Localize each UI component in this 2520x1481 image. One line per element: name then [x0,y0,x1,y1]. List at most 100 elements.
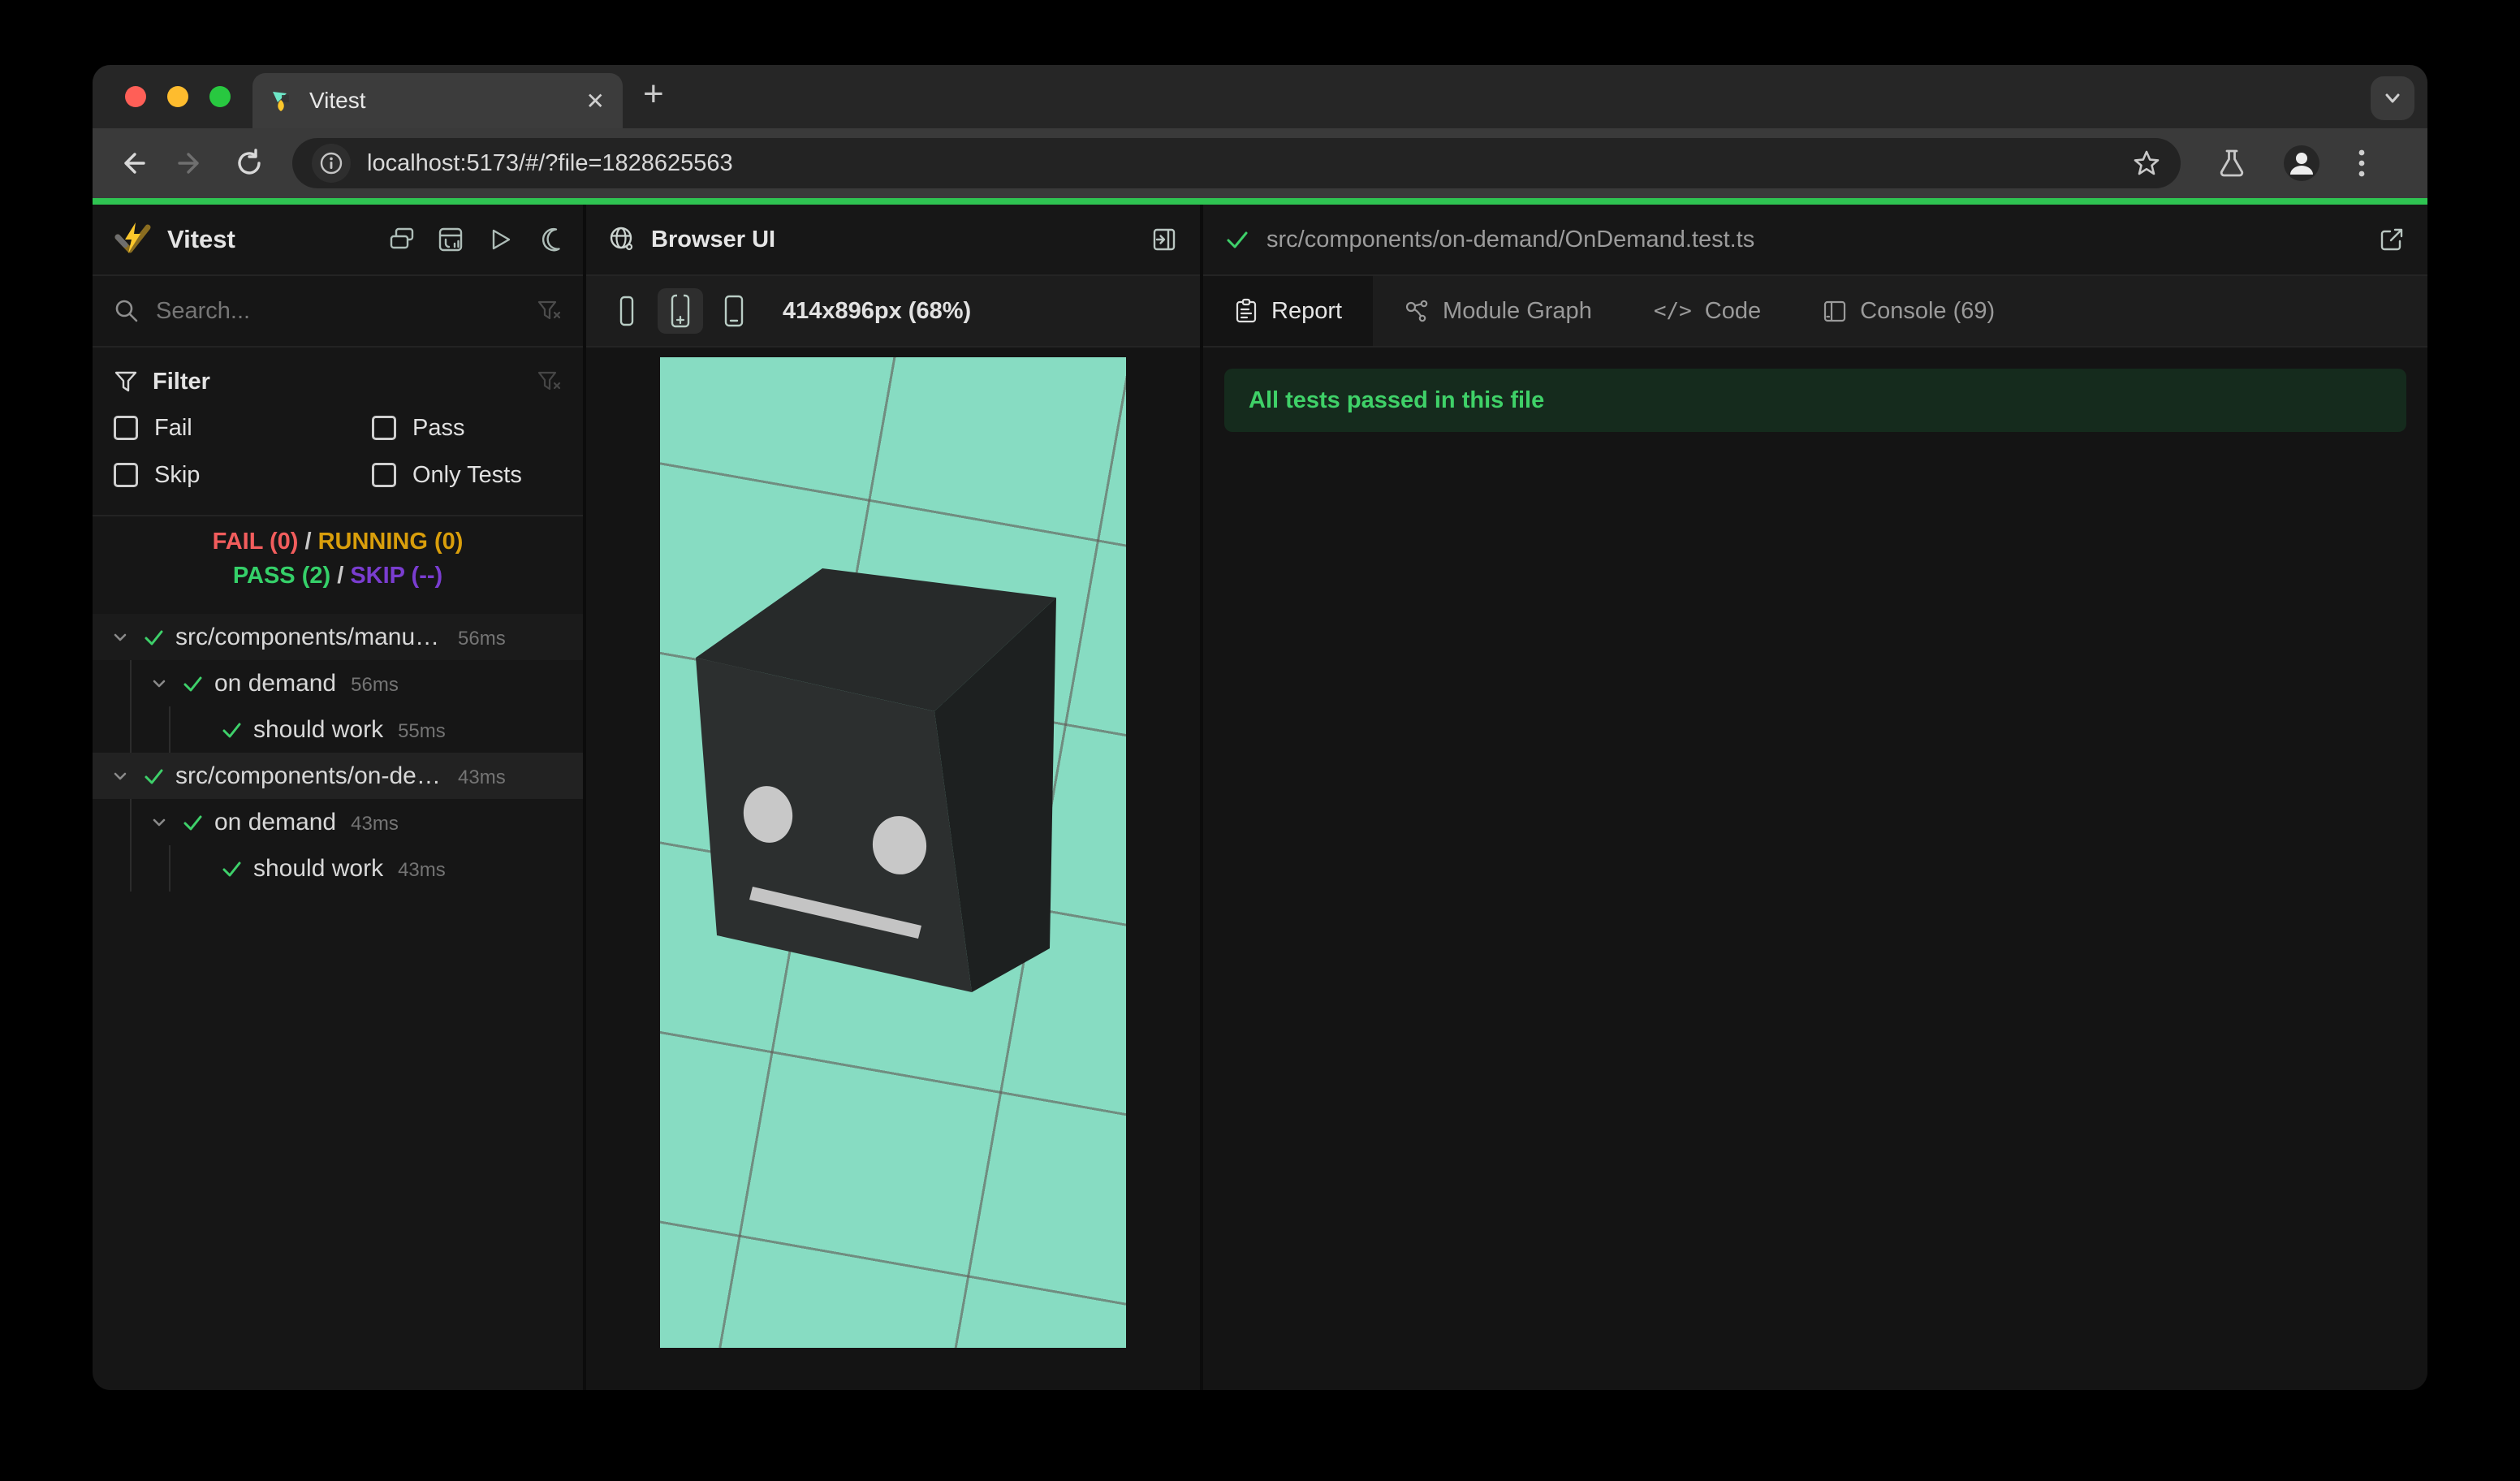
checkbox[interactable] [372,416,396,440]
close-window-button[interactable] [125,86,146,107]
profile-avatar[interactable] [2283,145,2320,182]
test-name: on demand [214,808,337,835]
tree-row-test[interactable]: should work 55ms [93,706,583,753]
funnel-icon [114,369,138,394]
test-tree: src/components/manual/… 56ms on demand 56ms… [93,602,583,1390]
report-tabs: Report Module Graph </> Code Console (69… [1203,276,2427,348]
test-duration: 43ms [458,766,506,788]
menu-kebab-icon[interactable] [2356,147,2367,179]
dashboard-icon[interactable] [437,226,464,253]
new-tab-button[interactable]: + [643,76,664,112]
site-info-icon[interactable] [312,144,351,183]
filter-checkbox-skip[interactable]: Skip [114,451,372,499]
test-duration: 43ms [398,858,446,881]
preview-area [586,348,1200,1390]
sidebar-header: Vitest [93,205,583,276]
search-input[interactable]: Search... [156,298,536,325]
console-icon [1824,300,1846,322]
filter-title: Filter [153,368,210,395]
chevron-down-icon[interactable] [148,811,170,834]
browser-tab[interactable]: Vitest ✕ [252,73,623,128]
open-external-icon[interactable] [2377,225,2406,254]
test-duration: 55ms [398,719,446,742]
device-mobile-plus-button[interactable] [658,288,703,334]
tab-code[interactable]: </> Code [1623,276,1792,346]
device-toolbar: 414x896px (68%) [586,276,1200,348]
all-tests-passed-banner: All tests passed in this file [1224,369,2406,432]
tab-title: Vitest [309,88,366,113]
url-text[interactable]: localhost:5173/#/?file=1828625563 [367,150,2132,177]
browser-ui-panel: Browser UI 414x896px (68%) [586,205,1200,1390]
test-name: on demand [214,669,337,697]
chevron-down-icon[interactable] [148,672,170,695]
search-row: Search... [93,276,583,348]
chevron-down-icon [2385,93,2400,103]
tree-row-file[interactable]: src/components/manual/… 56ms [93,614,583,660]
test-progress-bar [93,198,2427,205]
reload-button[interactable] [234,148,265,179]
tree-row-suite[interactable]: on demand 43ms [93,799,583,845]
check-icon [1224,227,1250,253]
pass-check-icon [220,857,243,880]
tab-report[interactable]: Report [1203,276,1374,346]
checkbox[interactable] [114,416,138,440]
test-preview-iframe[interactable] [660,357,1126,1348]
pass-check-icon [142,626,165,649]
tab-close-icon[interactable]: ✕ [586,88,605,114]
window-controls [125,86,231,107]
tree-row-file[interactable]: src/components/on-dema… 43ms [93,753,583,799]
screenshot: Vitest ✕ + localhost:5173/#/?file=182862… [0,0,2520,1481]
filter-section: Filter Fail Pass Skip Only Tests [93,348,583,516]
filter-checkbox-fail[interactable]: Fail [114,404,372,451]
chevron-down-icon[interactable] [109,626,132,649]
clear-filters-icon[interactable] [536,369,562,395]
device-mobile-small-button[interactable] [604,288,649,334]
minimize-window-button[interactable] [167,86,188,107]
collapse-windows-icon[interactable] [388,226,416,253]
tree-row-suite[interactable]: on demand 56ms [93,660,583,706]
run-all-play-icon[interactable] [485,226,513,253]
chevron-down-icon[interactable] [109,765,132,788]
browser-toolbar: localhost:5173/#/?file=1828625563 [93,128,2427,198]
test-name: src/components/manual/… [175,623,443,650]
indent-guide [169,845,170,892]
report-panel-header: src/components/on-demand/OnDemand.test.t… [1203,205,2427,276]
code-icon: </> [1653,299,1692,323]
tree-row-test[interactable]: should work 43ms [93,845,583,892]
theme-toggle-moon-icon[interactable] [534,226,562,253]
browser-panel-title: Browser UI [651,226,776,253]
report-panel: src/components/on-demand/OnDemand.test.t… [1203,205,2427,1390]
maximize-window-button[interactable] [209,86,231,107]
report-body: All tests passed in this file [1203,348,2427,1390]
tab-strip: Vitest ✕ + [93,65,2427,128]
test-duration: 43ms [351,812,399,835]
clear-search-filter-icon[interactable] [536,298,562,324]
running-count: RUNNING (0) [317,529,464,555]
vitest-logo-icon [114,221,151,258]
search-icon [114,298,140,324]
checkbox[interactable] [372,463,396,487]
filter-checkbox-only-tests[interactable]: Only Tests [372,451,583,499]
indent-guide [130,660,132,753]
filter-checkbox-pass[interactable]: Pass [372,404,583,451]
device-mobile-dash-button[interactable] [711,288,757,334]
browser-panel-header: Browser UI [586,205,1200,276]
dock-panel-right-icon[interactable] [1150,225,1179,254]
back-button[interactable] [117,148,148,179]
experiments-flask-icon[interactable] [2216,148,2247,179]
tab-console[interactable]: Console (69) [1792,276,2026,346]
skip-count: SKIP (--) [350,563,443,589]
tab-module-graph[interactable]: Module Graph [1373,276,1623,346]
bookmark-star-icon[interactable] [2132,149,2161,178]
test-name: should work [253,854,384,882]
sidebar-title: Vitest [167,225,235,253]
pass-check-icon [181,811,204,834]
forward-button[interactable] [175,148,206,179]
address-bar[interactable]: localhost:5173/#/?file=1828625563 [292,138,2181,188]
checkbox[interactable] [114,463,138,487]
tab-search-button[interactable] [2371,76,2414,120]
test-file-path: src/components/on-demand/OnDemand.test.t… [1266,226,1755,253]
pass-count: PASS (2) [232,563,331,589]
